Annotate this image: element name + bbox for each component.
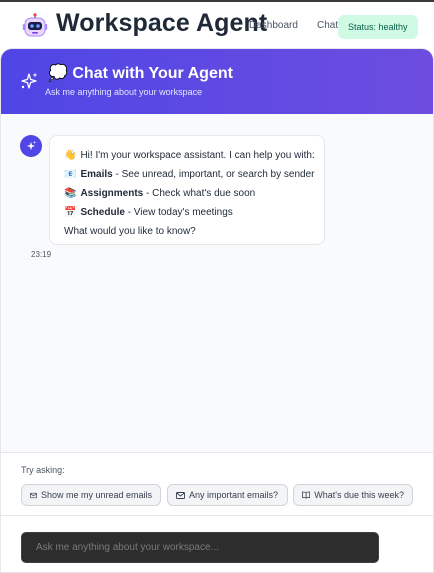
capability-desc: - Check what's due soon — [143, 188, 256, 199]
message-composer — [1, 515, 433, 572]
status-badge: Status: healthy — [338, 15, 418, 39]
sparkles-icon — [26, 140, 37, 151]
sparkles-icon — [21, 72, 38, 89]
chat-message-input[interactable] — [21, 532, 379, 563]
suggestions-label: Try asking: — [21, 465, 65, 475]
greeting-text: Hi! I'm your workspace assistant. I can … — [80, 150, 315, 161]
chat-title: 💭 Chat with Your Agent — [48, 65, 233, 82]
capability-item: 📅 Schedule - View today's meetings — [64, 203, 310, 222]
capability-item: 📚 Assignments - Check what's due soon — [64, 184, 310, 203]
nav-link-chat[interactable]: Chat — [317, 20, 338, 31]
suggestion-unread-emails[interactable]: Show me my unread emails — [21, 484, 161, 506]
calendar-emoji: 📅 — [64, 207, 77, 218]
app-title: Workspace Agent — [56, 9, 268, 37]
capability-desc: - See unread, important, or search by se… — [112, 169, 315, 180]
mail-icon — [30, 492, 37, 498]
message-timestamp: 23:19 — [31, 250, 52, 259]
suggestions-bar: Try asking: Show me my unread emails Any… — [1, 452, 433, 515]
capability-title: Emails — [80, 169, 113, 180]
suggestion-label: Any important emails? — [189, 490, 279, 500]
book-icon — [302, 491, 311, 499]
capability-desc: - View today's meetings — [124, 207, 233, 218]
books-emoji: 📚 — [64, 188, 77, 199]
robot-icon — [22, 13, 48, 37]
email-emoji: 📧 — [64, 169, 77, 180]
suggestion-due-this-week[interactable]: What's due this week? — [293, 484, 413, 506]
suggestion-label: What's due this week? — [314, 490, 404, 500]
mail-icon — [176, 491, 185, 499]
suggestion-label: Show me my unread emails — [40, 490, 152, 500]
capability-title: Schedule — [80, 207, 125, 218]
capability-item: 📧 Emails - See unread, important, or sear… — [64, 165, 314, 184]
capability-title: Assignments — [80, 188, 144, 199]
nav-link-dashboard[interactable]: Dashboard — [249, 20, 298, 31]
wave-emoji: 👋 — [64, 150, 77, 161]
suggestion-important-emails[interactable]: Any important emails? — [167, 484, 288, 506]
chat-panel: 💭 Chat with Your Agent Ask me anything a… — [0, 48, 434, 573]
greeting-line: 👋 Hi! I'm your workspace assistant. I can… — [64, 146, 315, 165]
agent-avatar — [20, 135, 42, 157]
chat-subtitle: Ask me anything about your workspace — [45, 87, 203, 97]
top-navigation-bar: Workspace Agent Dashboard Chat Status: h… — [0, 0, 434, 49]
closing-line: What would you like to know? — [64, 226, 196, 237]
agent-message-bubble: 👋 Hi! I'm your workspace assistant. I can… — [49, 135, 325, 245]
chat-header: 💭 Chat with Your Agent Ask me anything a… — [1, 49, 433, 114]
